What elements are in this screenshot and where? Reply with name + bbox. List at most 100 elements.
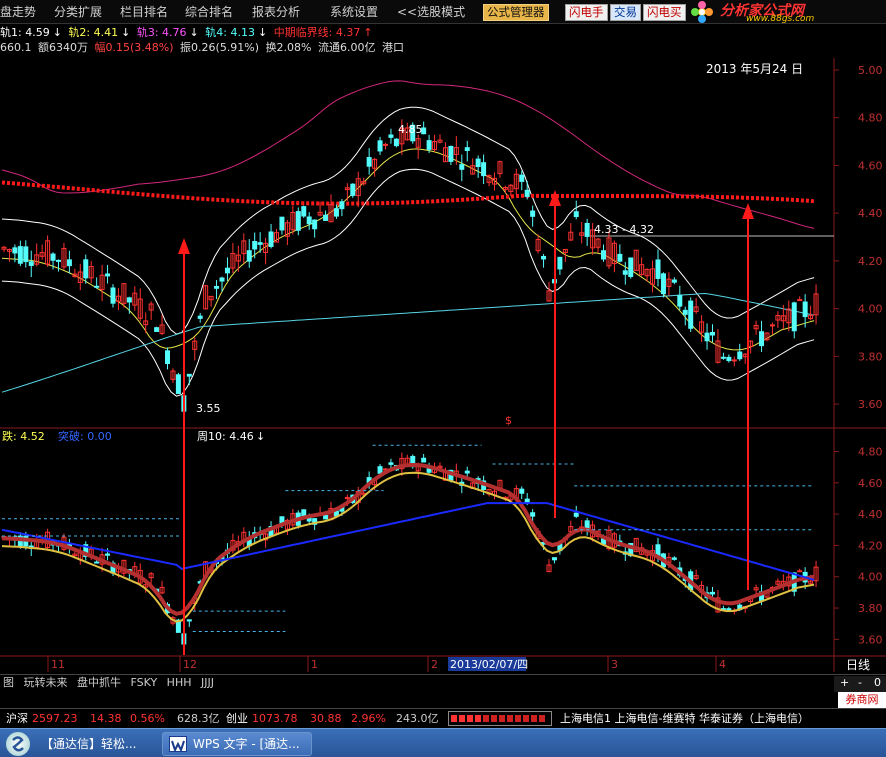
kline-chart[interactable]: 5.00 4.80 4.60 4.40 4.20 4.00 3.80 3.60 4.80 4.60…: [0, 0, 886, 700]
price-axis: 5.00 4.80 4.60 4.40 4.20 4.00 3.80 3.60 4.80 4.60…: [834, 64, 883, 646]
upper-candle-body: [393, 138, 399, 147]
upper-candle-body: [524, 189, 530, 197]
low-annotation: 3.55: [196, 402, 221, 415]
upper-candle-body: [383, 143, 388, 146]
upper-candle-body: [426, 140, 432, 150]
meter-bar: [523, 715, 529, 722]
meter-bars-icon: [451, 715, 545, 722]
upper-candle-body: [737, 351, 743, 360]
upper-candle-body: [252, 241, 258, 250]
critical-line: [1, 180, 815, 206]
upper-candle-body: [246, 250, 252, 262]
meter-bar: [459, 715, 465, 722]
upper-candle-body: [377, 140, 383, 152]
arrow-down-icon: ↓: [256, 430, 265, 443]
lower-candle-body: [464, 470, 470, 474]
lower-candle-body: [323, 514, 329, 520]
upper-candle-body: [312, 219, 318, 230]
lower-candle-body: [530, 512, 536, 517]
upper-candle-body: [660, 273, 666, 295]
sh-amount: 628.3亿: [177, 712, 220, 725]
magenta-line: [1, 80, 815, 229]
lower-candle-body: [710, 591, 715, 595]
time-tick-label: 11: [51, 658, 65, 671]
taskbar: 【通达信】轻松... WPS 文字 - [通达...: [0, 728, 886, 757]
zoom-in-button[interactable]: +: [840, 676, 849, 689]
upper-candle-body: [797, 299, 803, 302]
upper-candle-body: [28, 261, 34, 266]
upper-candle-body: [257, 242, 263, 245]
zoom-out-button[interactable]: -: [858, 676, 862, 689]
time-tick-label: 4: [719, 658, 726, 671]
lower-indicator-lines: [1, 444, 815, 633]
broker-link[interactable]: 券商网: [838, 692, 886, 708]
upper-candle-body: [66, 259, 72, 267]
meter-bar: [451, 715, 457, 722]
zoom-reset-button[interactable]: 0: [874, 676, 881, 689]
lower-candle-body: [573, 512, 579, 517]
time-axis: 11 12 1 2 3 4: [47, 656, 726, 672]
crosshair-date: 2013/02/07/四: [450, 658, 528, 671]
tab-fsky[interactable]: FSKY: [128, 675, 161, 692]
meter-bar: [539, 715, 545, 722]
upper-candle-body: [17, 246, 23, 264]
meter-bar: [475, 715, 481, 722]
upper-candle-body: [720, 356, 726, 359]
lower-candle-body: [797, 570, 803, 573]
lower-yellow-line: [1, 471, 815, 623]
upper-candle-body: [557, 256, 563, 270]
tab-chart[interactable]: 图: [0, 675, 17, 692]
lower-axis-tick-label: 3.60: [858, 633, 883, 646]
upper-candle-body: [306, 216, 312, 225]
upper-candle-body: [655, 259, 661, 279]
sh-label: 沪深: [6, 712, 28, 725]
chart-date: 2013 年5月24 日: [706, 62, 803, 76]
lower-candle-body: [388, 462, 394, 465]
taskbar-item-wps[interactable]: WPS 文字 - [通达...: [162, 732, 312, 756]
period-label[interactable]: 日线: [846, 658, 870, 672]
upper-candle-body: [323, 214, 329, 221]
upper-candle-body: [366, 157, 372, 167]
upper-candle-body: [83, 259, 89, 279]
tab-future[interactable]: 玩转未来: [21, 675, 71, 692]
lower-candle-body: [551, 557, 557, 561]
time-tick-label: 2: [431, 658, 438, 671]
lower-label-b: 突破: 0.00: [58, 429, 112, 443]
chart-area[interactable]: 5.00 4.80 4.60 4.40 4.20 4.00 3.80 3.60 4.80 4.60…: [0, 0, 886, 700]
cy-amount: 243.0亿: [396, 712, 439, 725]
signal-strength-meter: [448, 711, 552, 726]
time-tick-label: 1: [311, 658, 318, 671]
upper-candle-body: [481, 162, 487, 177]
server-list[interactable]: 上海电信1 上海电信-维赛特 华泰证券（上海电信）: [560, 709, 809, 728]
lower-axis-tick-label: 4.60: [858, 477, 883, 490]
upper-candle-body: [279, 216, 285, 231]
lower-candle-body: [421, 457, 427, 463]
wps-icon: [169, 736, 187, 753]
lower-candles: [1, 452, 819, 645]
week-label: 周10: 4.46: [197, 430, 254, 443]
upper-candle-body: [802, 301, 808, 318]
upper-candle-body: [175, 374, 181, 395]
upper-axis-tick-label: 4.80: [858, 112, 883, 125]
lower-axis-tick-label: 4.40: [858, 508, 883, 521]
high-annotation: 4.85: [398, 123, 423, 136]
cy-percent: 2.96%: [351, 712, 386, 725]
tab-bull[interactable]: 盘中抓牛: [74, 675, 124, 692]
upper-candle-body: [448, 145, 454, 162]
meter-bar: [515, 715, 521, 722]
lower-axis-tick-label: 3.80: [858, 602, 883, 615]
tab-hhh[interactable]: HHH: [164, 675, 195, 692]
tab-jjjj[interactable]: JJJJ: [198, 675, 217, 692]
upper-candle-body: [726, 356, 732, 362]
lower-candle-body: [519, 488, 525, 494]
upper-candle-body: [622, 270, 628, 275]
upper-candle-body: [731, 359, 737, 362]
buy-arrow-head-icon: [549, 190, 561, 206]
taskbar-item-tdx[interactable]: 【通达信】轻松...: [4, 732, 154, 756]
range-annotation: 4.33 - 4.32: [594, 223, 654, 236]
status-bar: 沪深 2597.23 14.38 0.56% 628.3亿 创业 1073.78…: [0, 708, 886, 728]
upper-candle-body: [677, 294, 683, 307]
upper-candle-body: [759, 331, 765, 347]
lower-candle-body: [105, 553, 111, 556]
cy-change: 30.88: [310, 712, 342, 725]
